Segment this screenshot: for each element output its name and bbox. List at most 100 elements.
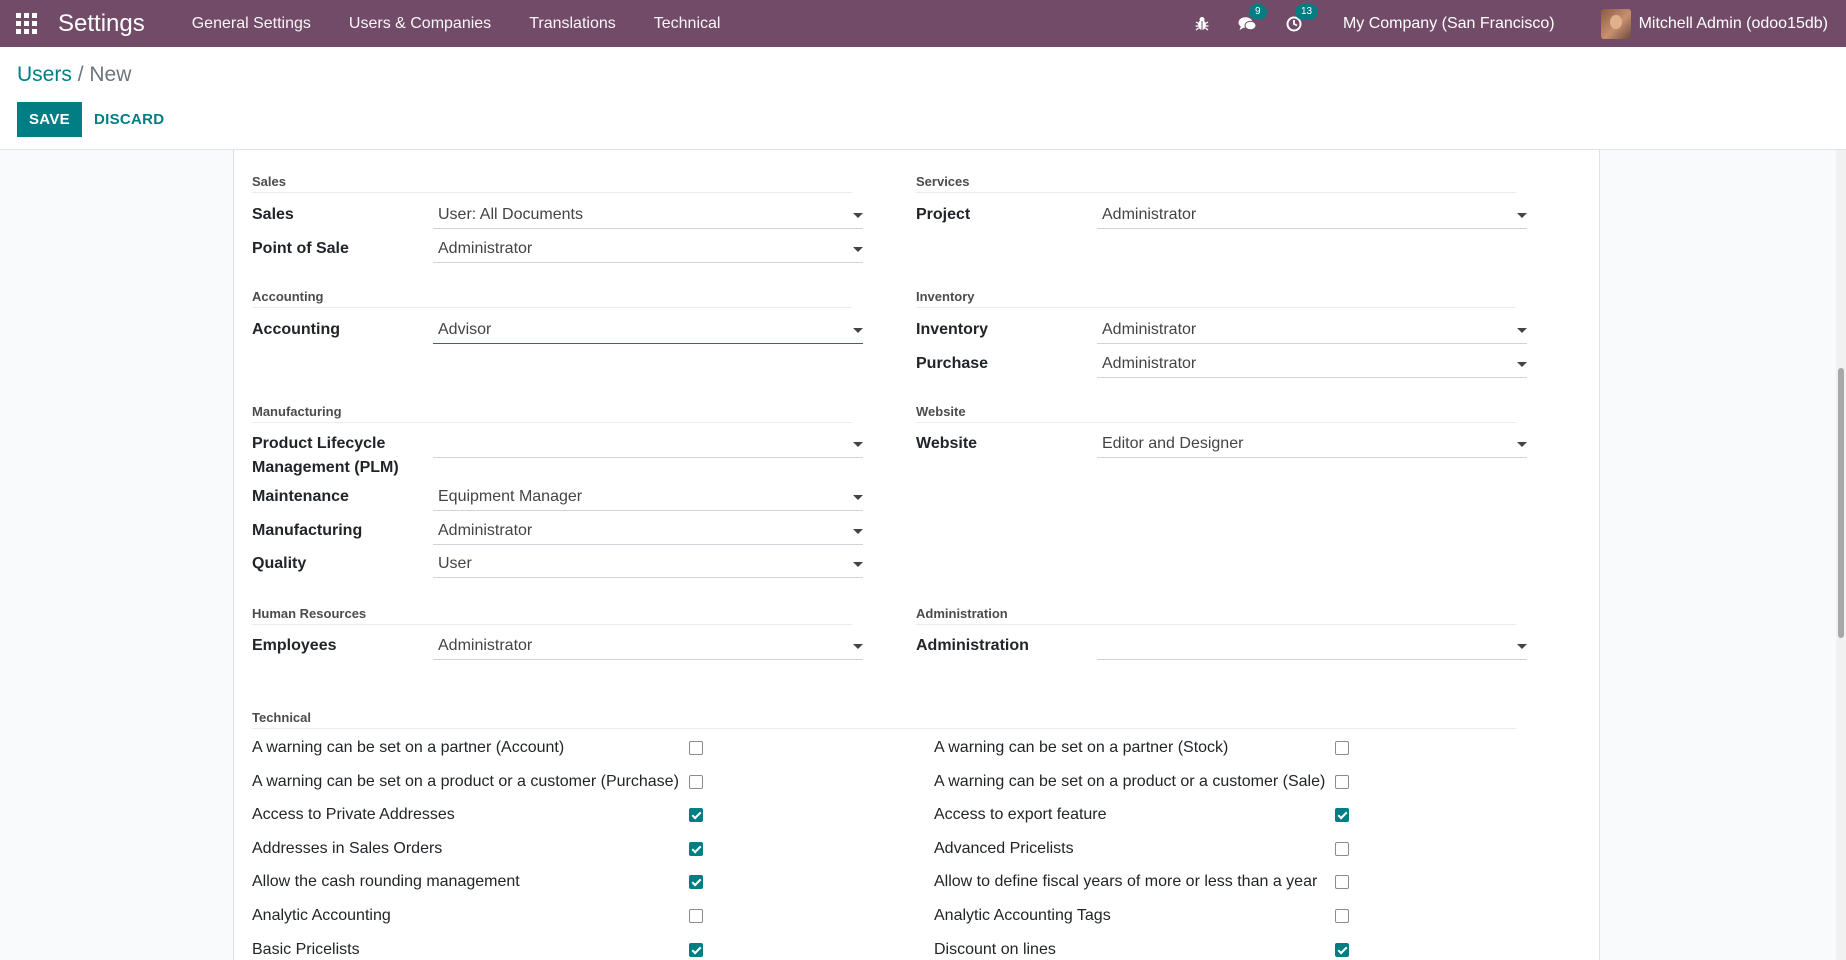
technical-option-label: A warning can be set on a partner (Accou… [252, 739, 565, 756]
select-accounting[interactable]: Advisor [433, 317, 863, 344]
breadcrumb: Users / New [17, 63, 131, 87]
activity-badge: 13 [1294, 3, 1319, 20]
navbar-systray: 9 13 My Company (San Francisco) Mitchell… [1179, 0, 1846, 47]
select-project[interactable]: Administrator [1097, 202, 1527, 229]
caret-down-icon [853, 495, 863, 500]
select-employees[interactable]: Administrator [433, 633, 863, 660]
checkbox-right-0[interactable] [1335, 741, 1349, 755]
menu-general-settings[interactable]: General Settings [173, 15, 330, 33]
caret-down-icon [1517, 362, 1527, 367]
apps-menu-icon[interactable] [16, 12, 38, 35]
group-divider [916, 307, 1516, 308]
field-label-quality: Quality [252, 555, 307, 572]
select-maintenance[interactable]: Equipment Manager [433, 484, 863, 511]
checkbox-right-2[interactable] [1335, 808, 1349, 823]
field-label-plm: Product Lifecycle Management (PLM) [252, 435, 399, 476]
caret-down-icon [853, 562, 863, 567]
select-quality-value: User [438, 555, 472, 572]
menu-users-companies[interactable]: Users & Companies [330, 15, 510, 33]
technical-option-label: Allow the cash rounding management [252, 873, 520, 891]
scrollbar-thumb[interactable] [1838, 368, 1844, 638]
field-label-sales: Sales [252, 206, 294, 223]
field-label-employees: Employees [252, 637, 337, 654]
select-sales-value: User: All Documents [438, 206, 583, 223]
caret-down-icon [853, 529, 863, 534]
form-sheet: Sales Sales User: All Documents Point of… [233, 150, 1600, 960]
user-menu[interactable]: Mitchell Admin (odoo15db) [1600, 8, 1828, 39]
select-purchase-value: Administrator [1102, 355, 1197, 372]
checkbox-right-1[interactable] [1335, 774, 1349, 789]
select-inventory[interactable]: Administrator [1097, 317, 1527, 344]
checkbox-left-3[interactable] [689, 841, 703, 856]
select-sales[interactable]: User: All Documents [433, 202, 863, 229]
checkbox-left-2[interactable] [689, 808, 703, 823]
caret-down-icon [1517, 328, 1527, 333]
select-inventory-value: Administrator [1102, 321, 1197, 338]
field-label-point-of-sale: Point of Sale [252, 240, 349, 257]
company-switcher[interactable]: My Company (San Francisco) [1343, 15, 1555, 33]
checkbox-left-6[interactable] [689, 942, 703, 957]
caret-down-icon [1517, 213, 1527, 218]
select-point-of-sale-value: Administrator [438, 240, 533, 257]
select-manufacturing[interactable]: Administrator [433, 518, 863, 545]
breadcrumb-users[interactable]: Users [17, 63, 72, 86]
caret-down-icon [853, 247, 863, 252]
checkbox-left-4[interactable] [689, 875, 703, 890]
top-navbar: Settings General Settings Users & Compan… [0, 0, 1846, 47]
breadcrumb-separator: / [77, 63, 84, 86]
group-title-services: Services [916, 174, 970, 189]
menu-translations[interactable]: Translations [510, 15, 635, 33]
field-label-project: Project [916, 206, 971, 223]
control-panel: Users / New SAVE DISCARD [0, 47, 1846, 150]
group-title-sales: Sales [252, 174, 286, 189]
select-administration[interactable] [1097, 633, 1527, 660]
technical-option-label: Access to Private Addresses [252, 806, 455, 824]
group-title-manufacturing: Manufacturing [252, 404, 342, 419]
select-plm[interactable] [433, 431, 863, 458]
group-title-technical: Technical [252, 710, 312, 725]
select-purchase[interactable]: Administrator [1097, 351, 1527, 378]
select-employees-value: Administrator [438, 637, 533, 654]
page-scrollbar[interactable] [1836, 150, 1846, 960]
select-point-of-sale[interactable]: Administrator [433, 236, 863, 263]
group-title-administration: Administration [916, 606, 1008, 621]
group-title-accounting: Accounting [252, 289, 324, 304]
app-title[interactable]: Settings [58, 10, 145, 38]
menu-technical[interactable]: Technical [635, 15, 740, 33]
select-accounting-value: Advisor [438, 321, 492, 338]
discard-button[interactable]: DISCARD [86, 102, 172, 137]
technical-option-label: Discount on lines [934, 940, 1056, 958]
technical-option-label: Addresses in Sales Orders [252, 839, 443, 857]
select-project-value: Administrator [1102, 206, 1197, 223]
field-label-administration: Administration [916, 637, 1029, 654]
checkbox-right-4[interactable] [1335, 875, 1349, 890]
save-button[interactable]: SAVE [17, 102, 82, 137]
caret-down-icon [1517, 442, 1527, 447]
technical-option-label: Analytic Accounting [252, 907, 391, 924]
technical-option-label: Access to export feature [934, 806, 1107, 824]
checkbox-right-5[interactable] [1335, 909, 1349, 923]
group-divider [252, 307, 852, 308]
select-website[interactable]: Editor and Designer [1097, 431, 1527, 458]
checkbox-right-6[interactable] [1335, 942, 1349, 957]
technical-option-label: Analytic Accounting Tags [934, 907, 1111, 924]
group-divider [252, 624, 852, 625]
bug-icon[interactable] [1192, 14, 1212, 34]
caret-down-icon [853, 328, 863, 333]
messages-badge: 9 [1248, 3, 1267, 20]
messages-icon[interactable]: 9 [1238, 3, 1267, 34]
breadcrumb-current: New [89, 63, 132, 86]
checkbox-left-5[interactable] [689, 909, 703, 923]
activity-clock-icon[interactable]: 13 [1284, 3, 1319, 34]
checkbox-left-0[interactable] [689, 741, 703, 755]
field-label-manufacturing: Manufacturing [252, 522, 363, 539]
select-quality[interactable]: User [433, 551, 863, 578]
checkbox-left-1[interactable] [689, 774, 703, 789]
field-label-purchase: Purchase [916, 355, 989, 372]
field-label-website: Website [916, 435, 978, 452]
technical-option-label: A warning can be set on a partner (Stock… [934, 739, 1229, 756]
group-divider [916, 192, 1516, 193]
group-divider [252, 422, 852, 423]
group-title-hr: Human Resources [252, 606, 367, 621]
checkbox-right-3[interactable] [1335, 841, 1349, 856]
